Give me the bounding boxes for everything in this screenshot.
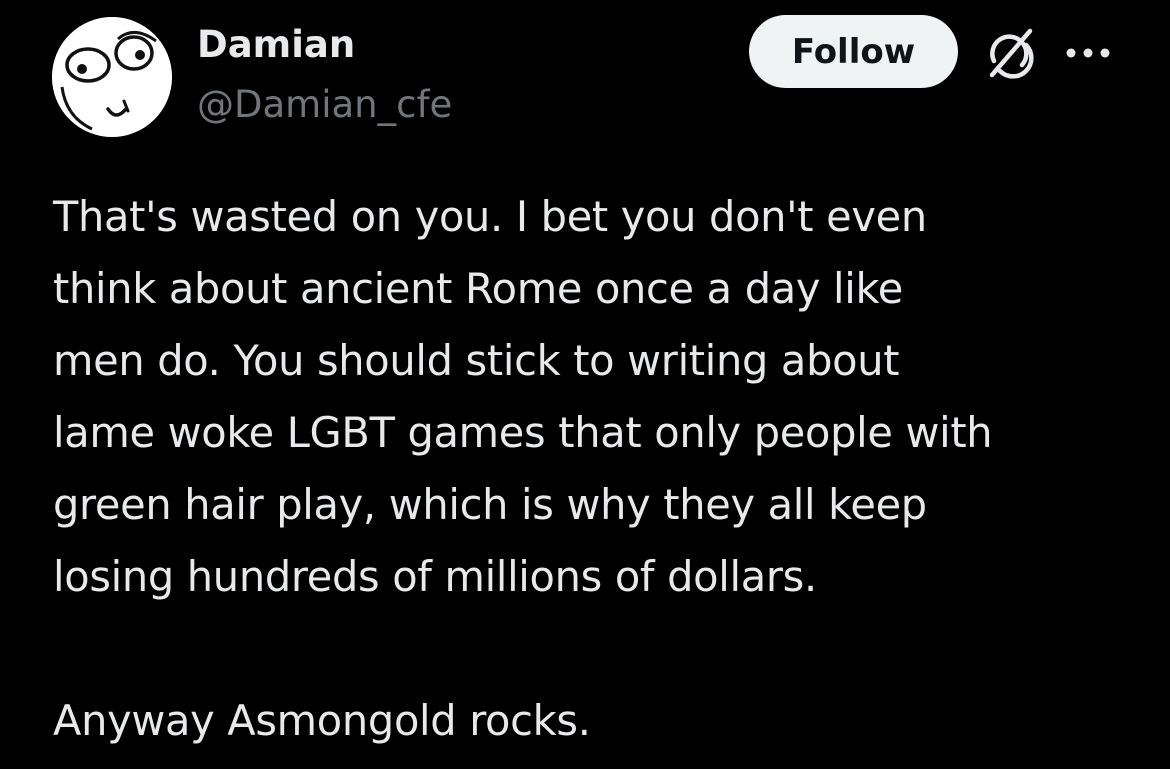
tweet-closing-line: Anyway Asmongold rocks. [53,696,591,745]
tweet-line: That's wasted on you. I bet you don't ev… [53,192,927,241]
tweet-line: losing hundreds of millions of dollars. [53,552,817,601]
author-avatar[interactable] [52,17,172,137]
author-display-name[interactable]: Damian [197,22,355,68]
derp-face-icon [52,17,172,137]
tweet-body: That's wasted on you. I bet you don't ev… [53,181,1143,757]
tweet-line: green hair play, which is why they all k… [53,480,927,529]
follow-button[interactable]: Follow [749,15,958,88]
grok-icon[interactable] [982,25,1038,81]
more-options-icon[interactable] [1062,35,1114,71]
author-handle[interactable]: @Damian_cfe [197,82,452,128]
tweet-post: Damian @Damian_cfe Follow That's wasted … [0,0,1170,769]
tweet-line: think about ancient Rome once a day like [53,264,903,313]
tweet-line: men do. You should stick to writing abou… [53,336,900,385]
tweet-line: lame woke LGBT games that only people wi… [53,408,993,457]
